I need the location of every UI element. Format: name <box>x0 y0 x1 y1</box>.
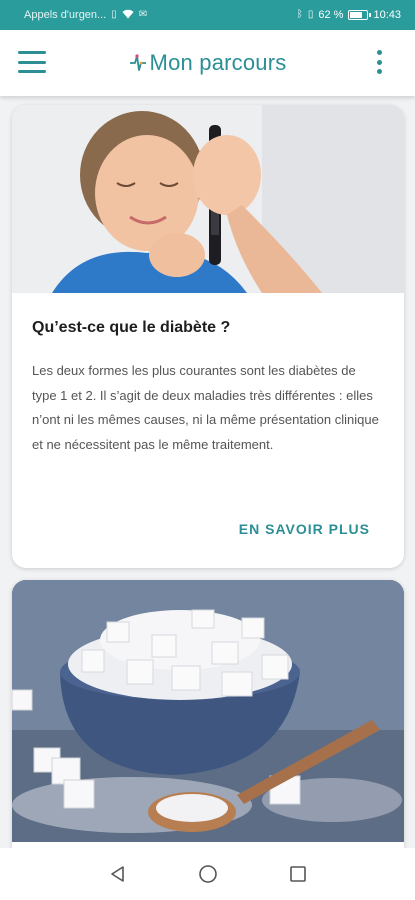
recents-square-icon[interactable] <box>285 861 311 887</box>
page-title: Mon parcours <box>149 50 287 75</box>
battery-icon <box>348 10 372 20</box>
sugar-cubes-bowl-photo <box>12 580 404 842</box>
back-triangle-icon[interactable] <box>105 861 131 887</box>
app-title-wrap: Mon parcours <box>0 30 415 96</box>
status-bar: Appels d'urgen... ▯ ✉ ᛒ ▯ 62 % 10:43 <box>0 0 415 30</box>
card-title: Qu’est-ce que le diabète ? <box>32 319 231 336</box>
hamburger-menu-icon[interactable] <box>18 51 46 73</box>
girl-glucose-test-photo <box>12 105 404 293</box>
clock: 10:43 <box>373 9 401 21</box>
article-card-sugar[interactable] <box>12 580 404 880</box>
message-icon: ✉ <box>138 9 148 20</box>
app-logo-icon <box>129 54 146 71</box>
wifi-icon <box>122 9 134 22</box>
learn-more-button[interactable]: EN SAVOIR PLUS <box>239 521 370 537</box>
vibrate-icon: ▯ <box>307 9 314 20</box>
card-body-text: Les deux formes les plus courantes sont … <box>32 363 379 452</box>
article-card-diabetes[interactable]: Qu’est-ce que le diabète ? Les deux form… <box>12 105 404 568</box>
carrier-text: Appels d'urgen... <box>24 9 107 21</box>
home-circle-icon[interactable] <box>195 861 221 887</box>
more-vertical-icon[interactable] <box>375 50 383 74</box>
sim-icon: ▯ <box>111 9 117 20</box>
app-bar: Mon parcours <box>0 30 415 96</box>
battery-percent: 62 % <box>318 9 344 21</box>
bluetooth-icon: ᛒ <box>296 9 303 20</box>
system-nav-bar <box>0 848 415 900</box>
